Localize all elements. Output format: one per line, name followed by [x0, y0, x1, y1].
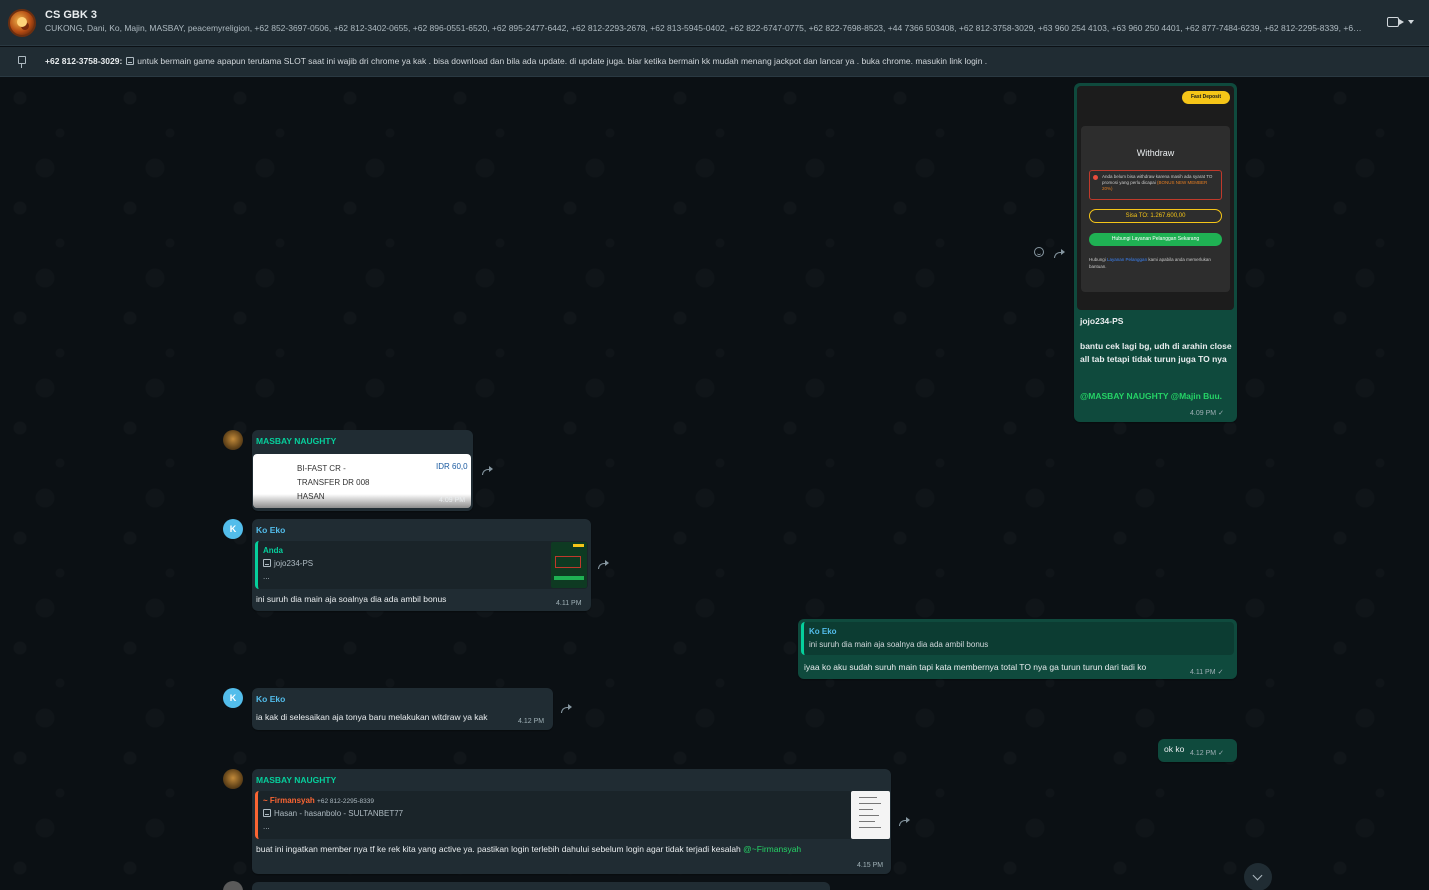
sent-tick-icon: ✓ — [1218, 410, 1224, 417]
forward-icon[interactable] — [1054, 249, 1066, 258]
video-call-icon[interactable] — [1387, 17, 1404, 27]
message-text: buat ini ingatkan member nya tf ke rek k… — [256, 844, 802, 854]
thumb-card — [555, 556, 581, 568]
image-icon — [263, 559, 271, 567]
bank-receipt-image[interactable]: BI-FAST CR - TRANSFER DR 008 HASAN IDR 6… — [253, 454, 471, 508]
message-time: 4.09 PM — [439, 497, 466, 504]
sent-tick-icon: ✓ — [1217, 669, 1224, 676]
message-bubble-outgoing[interactable]: Ko Eko ini suruh dia main aja soalnya di… — [798, 619, 1237, 679]
message-text: ia kak di selesaikan aja tonya baru mela… — [256, 712, 488, 722]
withdraw-note: Hubungi Layanan Pelanggan kami apabila a… — [1089, 257, 1211, 269]
quote-text: ini suruh dia main aja soalnya dia ada a… — [809, 640, 989, 649]
group-title[interactable]: CS GBK 3 — [45, 9, 97, 21]
message-time: 4.11 PM — [556, 600, 582, 607]
message-text: iyaa ko aku sudah suruh main tapi kata m… — [804, 662, 1147, 672]
thumb-line — [859, 809, 873, 810]
quote-text: Hasan - hasanbolo - SULTANBET77 — [263, 809, 403, 818]
pin-icon[interactable] — [17, 56, 26, 68]
message-text: ok ko — [1164, 744, 1185, 754]
thumb-line — [859, 797, 877, 798]
avatar[interactable]: K — [223, 519, 243, 539]
chevron-down-icon[interactable] — [1408, 20, 1414, 24]
sender-name[interactable]: MASBAY NAUGHTY — [256, 775, 336, 785]
avatar[interactable]: K — [223, 688, 243, 708]
forward-icon[interactable] — [899, 817, 911, 826]
caption-username: jojo234-PS — [1080, 316, 1124, 326]
message-time: 4.09 PM ✓ — [1190, 410, 1224, 417]
group-avatar[interactable] — [8, 9, 36, 37]
withdraw-card: Withdraw Anda belum bisa withdraw karena… — [1081, 126, 1230, 292]
pinned-message-bar[interactable]: +62 812-3758-3029: untuk bermain game apa… — [0, 47, 1429, 77]
message-bubble-outgoing[interactable]: ok ko 4.12 PM ✓ — [1158, 739, 1237, 762]
sent-tick-icon: ✓ — [1218, 750, 1224, 757]
chat-header[interactable]: CS GBK 3 CUKONG, Dani, Ko, Majin, MASBAY… — [0, 0, 1429, 46]
avatar[interactable] — [223, 430, 243, 450]
sisa-to-badge: Sisa TO: 1.267.600,00 — [1089, 209, 1222, 223]
whatsapp-chat-window: CS GBK 3 CUKONG, Dani, Ko, Majin, MASBAY… — [0, 0, 1429, 890]
pinned-message-text: +62 812-3758-3029: untuk bermain game apa… — [45, 56, 987, 66]
thumb-line — [859, 815, 879, 816]
quote-thumbnail — [851, 791, 890, 839]
message-time: 4.15 PM — [857, 862, 884, 869]
message-text: bantu cek lagi bg, udh di arahin close a… — [1080, 341, 1232, 364]
quote-author: ~ Firmansyah +62 812-2295-8339 — [263, 796, 374, 805]
message-time: 4.12 PM ✓ — [1190, 750, 1224, 757]
quoted-message[interactable]: Anda jojo234-PS ... — [255, 541, 588, 589]
thumb-line — [859, 827, 881, 828]
quoted-message[interactable]: Ko Eko ini suruh dia main aja soalnya di… — [801, 622, 1234, 655]
quote-author: Ko Eko — [809, 627, 837, 636]
forward-icon[interactable] — [598, 560, 610, 569]
quote-author: Anda — [263, 546, 283, 555]
thumb-line — [859, 803, 881, 804]
group-participants[interactable]: CUKONG, Dani, Ko, Majin, MASBAY, peacemy… — [45, 23, 1365, 33]
message-bubble-incoming[interactable]: MASBAY NAUGHTY ~ Firmansyah +62 812-2295… — [252, 769, 891, 874]
thumb-line — [859, 821, 875, 822]
scroll-down-icon[interactable] — [1244, 863, 1272, 890]
forward-icon[interactable] — [482, 466, 494, 475]
sender-name[interactable]: Ko Eko — [256, 694, 285, 704]
quoted-message[interactable]: ~ Firmansyah +62 812-2295-8339 Hasan - h… — [255, 791, 888, 839]
message-time: 4.11 PM ✓ — [1190, 669, 1224, 676]
fast-deposit-badge: Fast Deposit — [1182, 91, 1230, 104]
quote-more: ... — [263, 572, 270, 581]
forward-icon[interactable] — [561, 704, 573, 713]
image-icon — [263, 809, 271, 817]
receipt-amount: IDR 60,0 — [436, 462, 468, 471]
pinned-sender: +62 812-3758-3029: — [45, 56, 123, 66]
quote-thumbnail — [551, 542, 587, 588]
mention-link[interactable]: @~Firmansyah — [743, 844, 801, 854]
withdraw-screenshot-image[interactable]: Fast Deposit Withdraw Anda belum bisa wi… — [1077, 86, 1234, 310]
message-bubble-incoming[interactable]: Ko Eko Anda jojo234-PS ... ini suruh dia… — [252, 519, 591, 611]
document-icon — [126, 57, 135, 65]
message-time: 4.12 PM — [518, 718, 545, 725]
contact-cs-button: Hubungi Layanan Pelanggan Sekarang — [1089, 233, 1222, 246]
emoji-reaction-icon[interactable] — [1034, 247, 1044, 257]
pinned-content: untuk bermain game apapun terutama SLOT … — [137, 56, 988, 66]
quote-text: jojo234-PS — [263, 559, 313, 568]
message-bubble-incoming[interactable]: Ko Eko ia kak di selesaikan aja tonya ba… — [252, 688, 553, 730]
thumb-button — [554, 576, 584, 580]
message-text: ini suruh dia main aja soalnya dia ada a… — [256, 594, 447, 604]
sender-name[interactable]: Ko Eko — [256, 525, 285, 535]
quote-more: ... — [263, 822, 270, 831]
thumb-bar — [573, 544, 584, 547]
sender-name[interactable]: MASBAY NAUGHTY — [256, 436, 336, 446]
avatar[interactable] — [223, 769, 243, 789]
mention-links[interactable]: @MASBAY NAUGHTY @Majin Buu. — [1080, 391, 1222, 401]
message-bubble-incoming[interactable] — [252, 882, 830, 890]
withdraw-warning: Anda belum bisa withdraw karena masih ad… — [1089, 170, 1222, 200]
withdraw-title: Withdraw — [1136, 148, 1175, 158]
